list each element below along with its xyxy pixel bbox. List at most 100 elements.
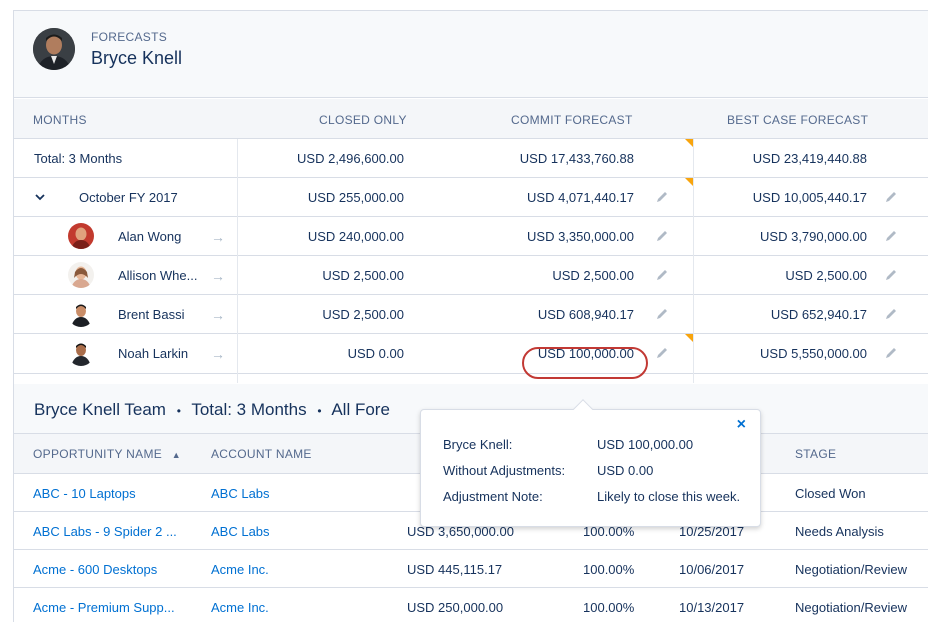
adjustment-flag-icon [685,139,693,147]
edit-pencil-icon[interactable] [884,268,898,282]
forecasts-panel: FORECASTS Bryce Knell MONTHS CLOSED ONLY… [13,10,928,622]
forecast-person-row[interactable]: Allison Whe... → USD 2,500.00 USD 2,500.… [14,256,928,295]
edit-pencil-icon[interactable] [884,346,898,360]
person-commit[interactable]: USD 3,350,000.00 [527,229,634,244]
total-closed: USD 2,496,600.00 [297,151,404,166]
person-best[interactable]: USD 652,940.17 [771,307,867,322]
account-link[interactable]: ABC Labs [211,486,270,501]
adjustment-flag-icon [685,334,693,342]
team-filter: All Fore [331,400,390,419]
edit-pencil-icon[interactable] [655,307,669,321]
stage: Needs Analysis [795,524,884,539]
forecast-header: FORECASTS Bryce Knell [14,11,928,98]
popover-value: USD 100,000.00 [597,437,694,452]
edit-pencil-icon[interactable] [655,346,669,360]
person-best[interactable]: USD 3,790,000.00 [760,229,867,244]
account-link[interactable]: Acme Inc. [211,562,269,577]
person-name[interactable]: Brent Bassi [118,307,184,322]
total-label: Total: 3 Months [34,151,123,166]
adjustment-flag-icon [685,178,693,186]
team-period: Total: 3 Months [191,400,307,419]
period-best[interactable]: USD 10,005,440.17 [753,190,867,205]
probability: 100.00% [583,600,635,615]
col-commit-forecast: COMMIT FORECAST [511,113,633,127]
stage: Negotiation/Review [795,562,908,577]
edit-pencil-icon[interactable] [884,190,898,204]
drill-down-arrow-icon[interactable]: → [211,307,225,323]
drill-down-arrow-icon[interactable]: → [211,229,225,245]
opportunity-row: Acme - Premium Supp... Acme Inc. USD 250… [14,588,928,622]
col-months: MONTHS [33,113,87,127]
edit-pencil-icon[interactable] [655,268,669,282]
person-avatar [68,340,94,366]
account-link[interactable]: Acme Inc. [211,600,269,615]
account-link[interactable]: ABC Labs [211,524,270,539]
page-kicker: FORECASTS [91,30,168,44]
amount: USD 250,000.00 [407,600,504,615]
forecast-period-row[interactable]: October FY 2017 USD 255,000.00 USD 4,071… [14,178,928,217]
person-name[interactable]: Noah Larkin [118,346,188,361]
close-icon[interactable]: × [737,416,746,434]
col-account-name[interactable]: ACCOUNT NAME [211,447,312,461]
total-best: USD 23,419,440.88 [752,151,867,166]
edit-pencil-icon[interactable] [884,229,898,243]
sort-ascending-icon: ▲ [171,450,181,460]
col-stage[interactable]: STAGE [795,447,836,461]
edit-pencil-icon[interactable] [655,229,669,243]
col-opportunity-name[interactable]: OPPORTUNITY NAME ▲ [33,447,181,461]
opportunity-link[interactable]: ABC Labs - 9 Spider 2 ... [33,524,177,539]
person-closed: USD 2,500.00 [322,268,404,283]
person-closed: USD 240,000.00 [307,229,404,244]
person-commit[interactable]: USD 608,940.17 [538,307,634,322]
person-avatar [68,262,94,288]
close-date: 10/06/2017 [679,562,745,577]
chevron-down-icon[interactable] [34,191,46,203]
forecast-person-row[interactable]: Noah Larkin → USD 0.00 USD 100,000.00 US… [14,334,928,374]
person-name[interactable]: Alan Wong [118,229,181,244]
team-name: Bryce Knell Team [34,400,166,419]
stage: Negotiation/Review [795,600,908,615]
probability: 100.00% [583,562,635,577]
total-commit: USD 17,433,760.88 [519,151,634,166]
period-label: October FY 2017 [79,190,178,205]
popover-value: USD 0.00 [597,463,654,478]
opportunity-row: Acme - 600 Desktops Acme Inc. USD 445,11… [14,550,928,588]
popover-label: Bryce Knell: [443,437,513,452]
period-closed: USD 255,000.00 [307,190,404,205]
person-commit[interactable]: USD 2,500.00 [552,268,634,283]
col-best-case-forecast: BEST CASE FORECAST [727,113,869,127]
drill-down-arrow-icon[interactable]: → [211,346,225,362]
person-closed: USD 0.00 [347,346,404,361]
title-separator: • [176,404,181,418]
period-commit[interactable]: USD 4,071,440.17 [527,190,634,205]
popover-value: Likely to close this week. [597,489,741,504]
person-name[interactable]: Allison Whe... [118,268,197,283]
opportunity-link[interactable]: Acme - Premium Supp... [33,600,175,615]
opportunity-link[interactable]: Acme - 600 Desktops [33,562,157,577]
person-avatar [68,223,94,249]
edit-pencil-icon[interactable] [884,307,898,321]
adjustment-popover: × Bryce Knell: USD 100,000.00 Without Ad… [420,399,761,527]
col-closed-only: CLOSED ONLY [319,113,407,127]
amount: USD 445,115.17 [407,562,503,577]
title-separator: • [317,404,322,418]
person-best[interactable]: USD 2,500.00 [785,268,867,283]
person-closed: USD 2,500.00 [322,307,404,322]
column-divider [237,139,238,383]
forecast-table-header: MONTHS CLOSED ONLY COMMIT FORECAST BEST … [14,99,928,139]
forecast-person-row[interactable]: Brent Bassi → USD 2,500.00 USD 608,940.1… [14,295,928,334]
opportunity-link[interactable]: ABC - 10 Laptops [33,486,136,501]
drill-down-arrow-icon[interactable]: → [211,268,225,284]
popover-label: Adjustment Note: [443,489,543,504]
forecast-total-row: Total: 3 Months USD 2,496,600.00 USD 17,… [14,139,928,178]
adjusted-value-highlight [522,347,648,379]
person-best[interactable]: USD 5,550,000.00 [760,346,867,361]
stage: Closed Won [795,486,866,501]
forecast-person-row[interactable]: Alan Wong → USD 240,000.00 USD 3,350,000… [14,217,928,256]
owner-avatar [33,28,75,70]
close-date: 10/13/2017 [679,600,745,615]
edit-pencil-icon[interactable] [655,190,669,204]
page-title: Bryce Knell [91,48,183,68]
popover-label: Without Adjustments: [443,463,566,478]
person-avatar [68,301,94,327]
